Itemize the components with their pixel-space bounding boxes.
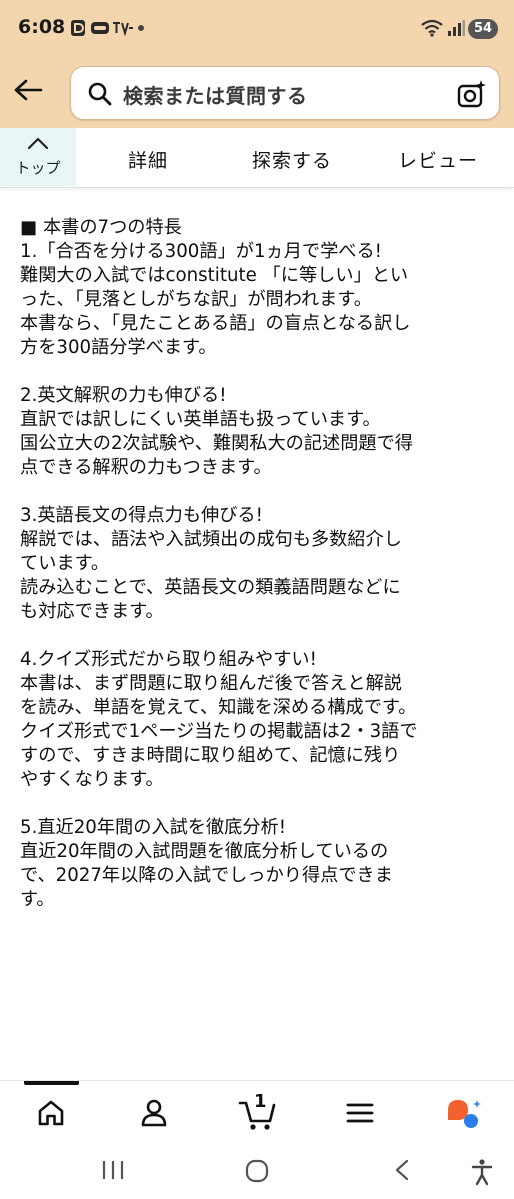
description-line: 5.直近20年間の入試を徹底分析! xyxy=(20,817,287,838)
description-line: った、「見落としがちな訳」が問われます。 xyxy=(20,289,372,310)
recent-apps-icon[interactable] xyxy=(100,1158,126,1182)
cart-button[interactable]: 1 xyxy=(238,1091,278,1133)
description-line: 4.クイズ形式だから取り組みやすい! xyxy=(20,649,317,670)
tab-top-label: トップ xyxy=(15,159,61,177)
battery-badge: 54 xyxy=(468,19,498,39)
active-tab-indicator xyxy=(24,1081,79,1085)
app-notification-icon xyxy=(71,20,85,36)
camera-search-icon[interactable] xyxy=(457,79,487,109)
home-button-icon[interactable] xyxy=(244,1158,270,1184)
search-icon xyxy=(88,82,112,106)
chevron-up-icon xyxy=(27,137,49,150)
description-line: も対応できます。 xyxy=(20,601,164,622)
bottom-nav: 1 xyxy=(0,1080,514,1144)
menu-icon[interactable] xyxy=(344,1097,376,1129)
description-line: 難関大の入試ではconstitute 「に等しい」とい xyxy=(20,265,409,286)
description-line: 方を300語分学べます。 xyxy=(20,337,217,358)
description-line: 本書なら、「見たことある語」の盲点となる訳し xyxy=(20,313,411,334)
back-button[interactable] xyxy=(10,70,46,110)
section-tabs: トップ 詳細 探索する レビュー xyxy=(0,128,514,188)
app-notification-icon xyxy=(91,22,109,34)
description-line: 3.英語長文の得点力も伸びる! xyxy=(20,505,263,526)
tab-explore[interactable]: 探索する xyxy=(252,146,332,173)
description-line: 本書は、まず問題に取り組んだ後で答えと解説 xyxy=(20,673,402,694)
description-line: ■ 本書の7つの特長 xyxy=(20,217,182,238)
system-nav-bar xyxy=(0,1144,514,1199)
description-line: 1.「合否を分ける300語」が1ヵ月で学べる! xyxy=(20,241,382,262)
description-line: す。 xyxy=(20,889,55,910)
description-line: を読み、単語を覚えて、知識を深める構成です。 xyxy=(20,697,417,718)
description-line xyxy=(20,360,500,384)
description-line: クイズ形式で1ページ当たりの掲載語は2・3語で xyxy=(20,721,418,742)
cart-count: 1 xyxy=(254,1091,267,1112)
description-line: 解説では、語法や入試頻出の成句も多数紹介し xyxy=(20,529,402,550)
signal-icon xyxy=(448,20,465,36)
description-line xyxy=(20,624,500,648)
description-line: 直訳では訳しにくい英単語も扱っています。 xyxy=(20,409,381,430)
description-line xyxy=(20,480,500,504)
description-line: 読み込むことで、英語長文の類義語問題などに xyxy=(20,577,401,598)
description-line: 直近20年間の入試問題を徹底分析しているの xyxy=(20,841,389,862)
notification-dot xyxy=(138,25,144,31)
back-arrow-icon xyxy=(14,79,43,101)
search-input[interactable]: 検索または質問する xyxy=(70,66,500,120)
tab-details[interactable]: 詳細 xyxy=(128,146,168,173)
product-description: ■ 本書の7つの特長 1.「合否を分ける300語」が1ヵ月で学べる! 難関大の入… xyxy=(20,216,500,912)
description-line: 点できる解釈の力もつきます。 xyxy=(20,457,272,478)
status-bar: 6:08 54 xyxy=(0,0,514,58)
home-icon[interactable] xyxy=(35,1097,67,1129)
description-line: 国公立大の2次試験や、難関私大の記述問題で得 xyxy=(20,433,413,454)
description-line: やすくなります。 xyxy=(20,769,164,790)
assistant-icon[interactable] xyxy=(444,1097,482,1131)
app-notification-icon xyxy=(113,22,133,37)
description-line: ています。 xyxy=(20,553,110,574)
accessibility-icon[interactable] xyxy=(470,1158,494,1186)
tab-reviews[interactable]: レビュー xyxy=(398,146,478,173)
description-line: で、2027年以降の入試でしっかり得点できま xyxy=(20,865,393,886)
tab-top[interactable]: トップ xyxy=(0,128,76,186)
status-time: 6:08 xyxy=(18,16,66,38)
description-line xyxy=(20,792,500,816)
search-header: 検索または質問する xyxy=(0,58,514,128)
wifi-icon xyxy=(421,19,443,37)
search-placeholder: 検索または質問する xyxy=(123,84,308,108)
account-icon[interactable] xyxy=(138,1097,170,1129)
system-back-icon[interactable] xyxy=(392,1158,412,1182)
description-line: 2.英文解釈の力も伸びる! xyxy=(20,385,227,406)
description-line: すので、すきま時間に取り組めて、記憶に残り xyxy=(20,745,401,766)
